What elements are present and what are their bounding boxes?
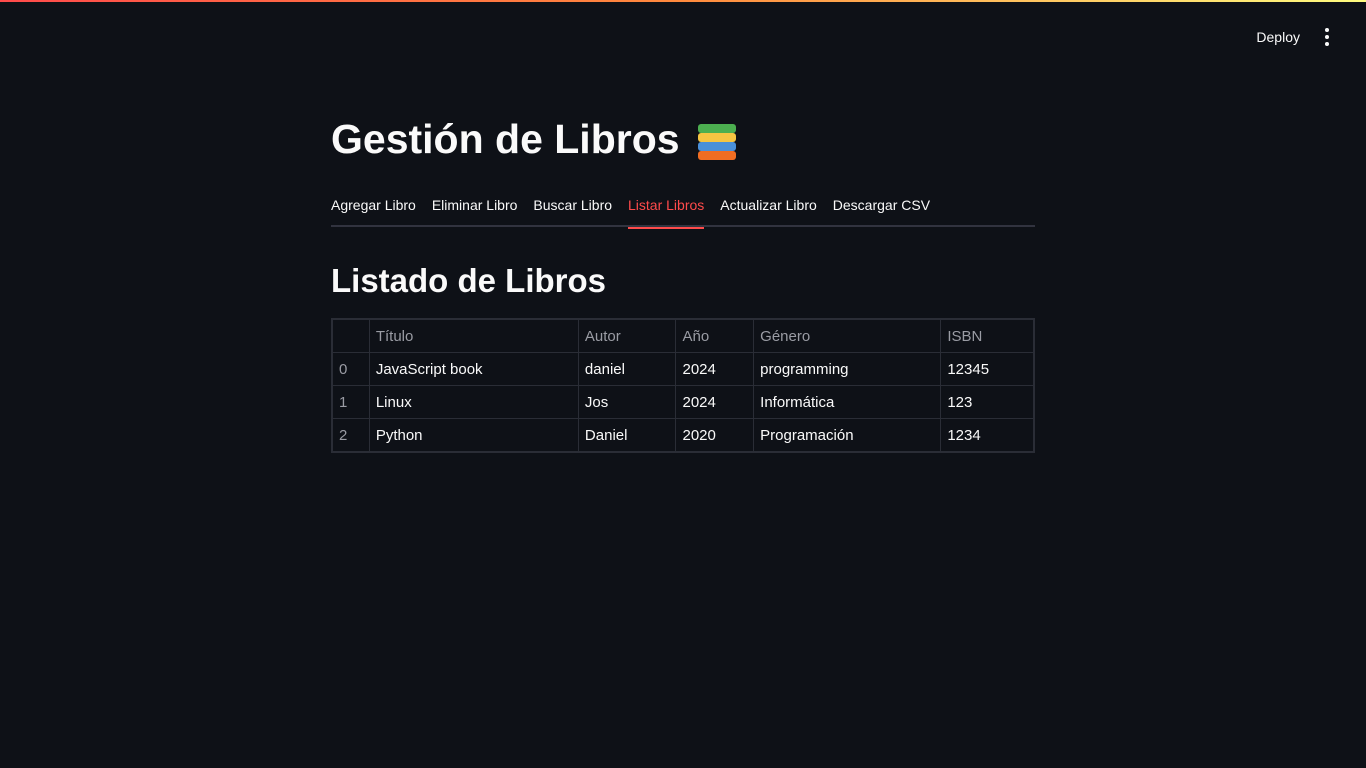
table-header-row: Título Autor Año Género ISBN: [332, 319, 1034, 353]
table-cell[interactable]: Jos: [577, 385, 677, 419]
table-cell[interactable]: 12345: [940, 352, 1034, 386]
table-row[interactable]: 2 Python Daniel 2020 Programación 1234: [332, 418, 1034, 452]
books-icon: [696, 119, 738, 161]
row-index-cell[interactable]: 1: [332, 385, 370, 419]
column-header[interactable]: Título: [368, 319, 579, 353]
table-cell[interactable]: Python: [368, 418, 579, 452]
table-cell[interactable]: Daniel: [577, 418, 677, 452]
table-cell[interactable]: 2024: [675, 385, 755, 419]
page-title: Gestión de Libros: [331, 116, 738, 163]
table-cell[interactable]: daniel: [577, 352, 677, 386]
tab-bar: Agregar Libro Eliminar Libro Buscar Libro L…: [331, 190, 1035, 229]
table-cell[interactable]: Linux: [368, 385, 579, 419]
books-table[interactable]: Título Autor Año Género ISBN 0 JavaScript boo…: [331, 318, 1035, 453]
tab-agregar-libro[interactable]: Agregar Libro: [331, 190, 416, 227]
table-row[interactable]: 0 JavaScript book daniel 2024 programming 123…: [332, 352, 1034, 386]
table-cell[interactable]: 1234: [940, 418, 1034, 452]
table-cell[interactable]: programming: [753, 352, 942, 386]
tab-listar-libros[interactable]: Listar Libros: [628, 190, 705, 229]
tab-eliminar-libro[interactable]: Eliminar Libro: [432, 190, 518, 227]
row-index-cell[interactable]: 2: [332, 418, 370, 452]
table-cell[interactable]: 2020: [675, 418, 755, 452]
column-header[interactable]: [332, 319, 370, 353]
app-header: Deploy: [0, 0, 1366, 72]
row-index-cell[interactable]: 0: [332, 352, 370, 386]
table-cell[interactable]: 2024: [675, 352, 755, 386]
column-header[interactable]: Autor: [577, 319, 677, 353]
page-title-text: Gestión de Libros: [331, 116, 680, 162]
column-header[interactable]: Año: [675, 319, 755, 353]
table-cell[interactable]: JavaScript book: [368, 352, 579, 386]
column-header[interactable]: Género: [753, 319, 942, 353]
table-cell[interactable]: Informática: [753, 385, 942, 419]
tab-buscar-libro[interactable]: Buscar Libro: [533, 190, 612, 227]
table-cell[interactable]: 123: [940, 385, 1034, 419]
column-header[interactable]: ISBN: [940, 319, 1034, 353]
table-row[interactable]: 1 Linux Jos 2024 Informática 123: [332, 385, 1034, 419]
tab-descargar-csv[interactable]: Descargar CSV: [833, 190, 930, 227]
deploy-button[interactable]: Deploy: [1248, 24, 1308, 50]
main-menu-icon[interactable]: [1314, 24, 1340, 50]
table-cell[interactable]: Programación: [753, 418, 942, 452]
table-body: 0 JavaScript book daniel 2024 programming 123…: [332, 352, 1034, 452]
tab-actualizar-libro[interactable]: Actualizar Libro: [720, 190, 817, 227]
section-title: Listado de Libros: [331, 262, 607, 299]
